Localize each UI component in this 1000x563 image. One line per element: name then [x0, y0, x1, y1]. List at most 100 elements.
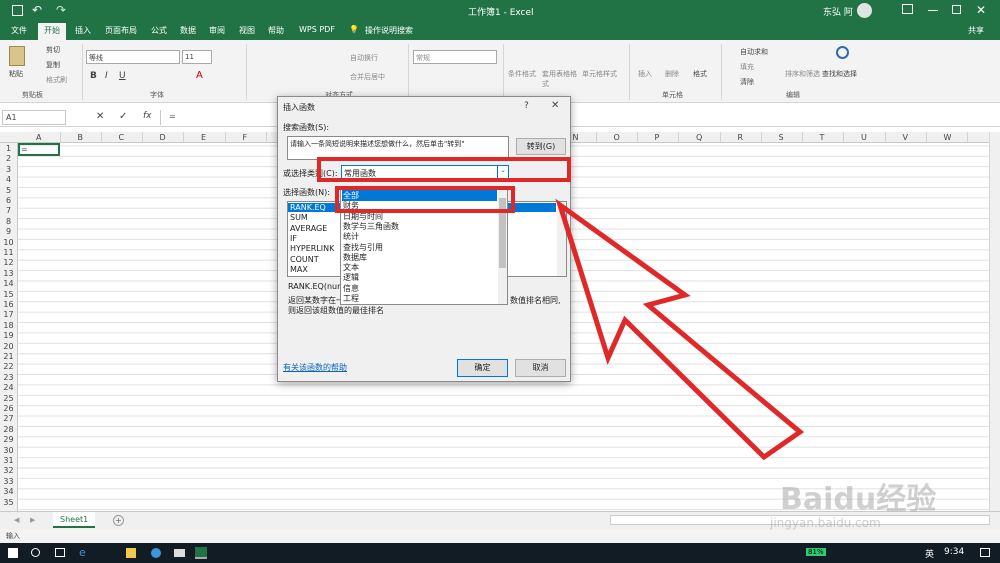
cell-style-button[interactable]: 单元格样式	[582, 69, 617, 79]
column-header-cell[interactable]: N	[573, 133, 579, 142]
next-sheet-icon[interactable]: ▶	[30, 516, 35, 524]
column-header-cell[interactable]: P	[655, 133, 660, 142]
function-list-item[interactable]: IF	[290, 234, 297, 243]
row-header-cell[interactable]: 33	[0, 477, 17, 486]
delete-cells-button[interactable]: 删除	[665, 69, 679, 79]
tab-view[interactable]: 视图	[239, 25, 255, 36]
save-icon[interactable]	[12, 5, 23, 16]
go-button[interactable]: 转到(G)	[516, 138, 566, 155]
column-header-cell[interactable]: U	[861, 133, 867, 142]
close-icon[interactable]: ✕	[976, 3, 986, 17]
column-header-cell[interactable]: S	[779, 133, 784, 142]
ribbon-display-icon[interactable]	[902, 4, 913, 14]
row-header-cell[interactable]: 5	[0, 186, 17, 195]
confirm-entry-icon[interactable]: ✓	[119, 111, 127, 122]
insert-function-button[interactable]: fx	[143, 111, 152, 121]
row-header-cell[interactable]: 23	[0, 373, 17, 382]
row-header-cell[interactable]: 22	[0, 362, 17, 371]
row-header-cell[interactable]: 4	[0, 175, 17, 184]
tab-data[interactable]: 数据	[180, 25, 196, 36]
row-header-cell[interactable]: 20	[0, 342, 17, 351]
row-header-cell[interactable]: 3	[0, 165, 17, 174]
sheet-tab-sheet1[interactable]: Sheet1	[53, 512, 95, 528]
row-header-cell[interactable]: 26	[0, 404, 17, 413]
row-header-cell[interactable]: 14	[0, 279, 17, 288]
notification-icon[interactable]	[980, 548, 990, 557]
paste-icon[interactable]	[9, 46, 25, 66]
column-header-cell[interactable]: R	[738, 133, 744, 142]
tab-file[interactable]: 文件	[11, 25, 27, 36]
row-header-cell[interactable]: 16	[0, 300, 17, 309]
tab-insert[interactable]: 插入	[75, 25, 91, 36]
share-button[interactable]: 共享	[968, 25, 984, 36]
category-option[interactable]: 工程	[343, 293, 359, 304]
clear-button[interactable]: 清除	[740, 77, 754, 87]
column-header-cell[interactable]: D	[160, 133, 166, 142]
edge-icon[interactable]: e	[79, 546, 86, 559]
format-painter-button[interactable]: 格式刷	[46, 75, 67, 85]
excel-taskbar-icon[interactable]	[195, 547, 207, 559]
cut-button[interactable]: 剪切	[46, 45, 60, 55]
find-select-button[interactable]: 查找和选择	[822, 69, 857, 79]
cancel-entry-icon[interactable]: ✕	[96, 111, 104, 122]
function-list-item[interactable]: HYPERLINK	[290, 244, 334, 253]
table-format-button[interactable]: 套用表格格式	[542, 69, 582, 89]
dialog-help-button[interactable]: ?	[524, 101, 529, 111]
merge-center-button[interactable]: 合并后居中	[350, 72, 385, 82]
row-header-cell[interactable]: 9	[0, 227, 17, 236]
row-header-cell[interactable]: 17	[0, 310, 17, 319]
add-sheet-icon[interactable]: +	[113, 515, 124, 526]
italic-button[interactable]: I	[105, 71, 108, 81]
function-list-item[interactable]: AVERAGE	[290, 224, 327, 233]
row-header-cell[interactable]: 2	[0, 154, 17, 163]
wrap-text-button[interactable]: 自动换行	[350, 53, 378, 63]
sort-filter-button[interactable]: 排序和筛选	[785, 69, 820, 79]
row-header-cell[interactable]: 34	[0, 487, 17, 496]
function-list-item[interactable]: MAX	[290, 265, 308, 274]
task-view-icon[interactable]	[55, 548, 65, 557]
tab-formulas[interactable]: 公式	[151, 25, 167, 36]
column-header-cell[interactable]: W	[944, 133, 952, 142]
number-format-select[interactable]: 常规	[413, 50, 497, 64]
paste-button[interactable]: 粘贴	[9, 69, 23, 79]
prev-sheet-icon[interactable]: ◀	[14, 516, 19, 524]
row-header-cell[interactable]: 30	[0, 446, 17, 455]
format-cells-button[interactable]: 格式	[693, 69, 707, 79]
column-header-cell[interactable]: Q	[696, 133, 702, 142]
function-list-item[interactable]: COUNT	[290, 255, 319, 264]
redo-icon[interactable]: ↷	[56, 3, 66, 17]
row-header-cell[interactable]: 12	[0, 258, 17, 267]
tab-wps-pdf[interactable]: WPS PDF	[299, 25, 335, 34]
user-name[interactable]: 东弘 阿	[823, 5, 853, 18]
column-header-cell[interactable]: C	[119, 133, 125, 142]
tab-home[interactable]: 开始	[38, 23, 66, 40]
ok-button[interactable]: 确定	[457, 359, 508, 377]
column-header-cell[interactable]: T	[820, 133, 825, 142]
battery-indicator[interactable]: 81%	[806, 548, 826, 556]
mail-icon[interactable]	[174, 549, 185, 557]
row-header-cell[interactable]: 13	[0, 269, 17, 278]
clock-app-icon[interactable]	[151, 548, 161, 558]
underline-button[interactable]: U	[119, 71, 126, 81]
insert-cells-button[interactable]: 插入	[638, 69, 652, 79]
row-header-cell[interactable]: 29	[0, 435, 17, 444]
font-color-icon[interactable]: A	[196, 70, 203, 81]
row-header-cell[interactable]: 6	[0, 196, 17, 205]
row-header-cell[interactable]: 21	[0, 352, 17, 361]
tab-review[interactable]: 审阅	[209, 25, 225, 36]
row-header-cell[interactable]: 7	[0, 206, 17, 215]
function-list-item[interactable]: SUM	[290, 213, 308, 222]
windows-start-icon[interactable]	[8, 548, 18, 558]
avatar[interactable]	[857, 3, 872, 18]
undo-icon[interactable]: ↶	[32, 3, 42, 17]
bold-button[interactable]: B	[90, 71, 97, 81]
conditional-format-button[interactable]: 条件格式	[508, 69, 536, 79]
row-header-cell[interactable]: 31	[0, 456, 17, 465]
font-size-select[interactable]: 11	[182, 50, 212, 64]
row-header-cell[interactable]: 8	[0, 217, 17, 226]
active-cell-a1[interactable]: =	[18, 143, 60, 156]
clock[interactable]: 9:34	[944, 547, 964, 557]
column-header-cell[interactable]: F	[243, 133, 248, 142]
tell-me-search[interactable]: 操作说明搜索	[365, 25, 413, 36]
column-header-cell[interactable]: O	[614, 133, 620, 142]
